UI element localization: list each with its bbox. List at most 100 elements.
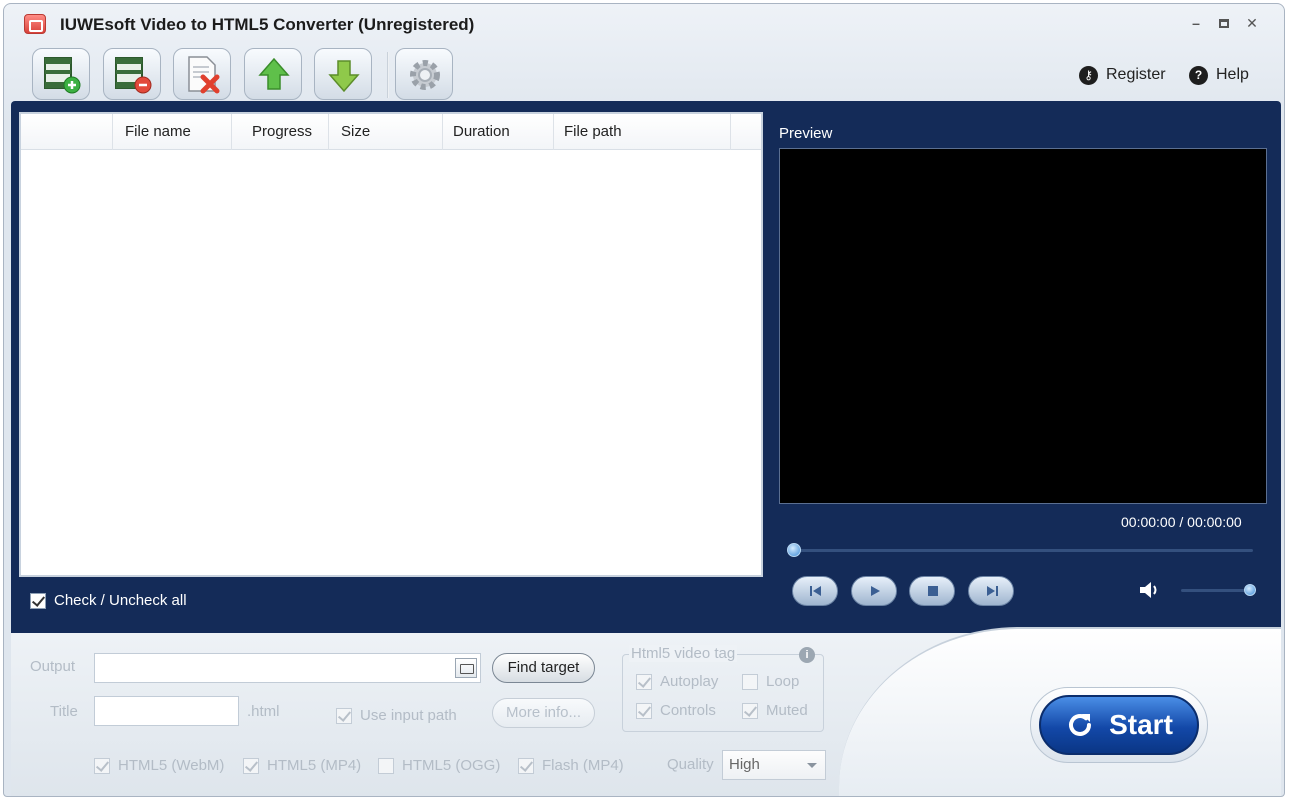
help-link[interactable]: ? Help (1189, 64, 1249, 86)
column-header-file-name[interactable]: File name (113, 114, 232, 150)
format-mp4-label: HTML5 (MP4) (267, 757, 362, 774)
format-mp4-checkbox[interactable] (243, 757, 259, 774)
add-video-button[interactable] (32, 48, 90, 100)
app-window: IUWEsoft Video to HTML5 Converter (Unreg… (3, 3, 1285, 797)
controls-checkbox[interactable] (636, 702, 652, 719)
start-button[interactable]: Start (1039, 695, 1199, 755)
settings-gear-icon (410, 60, 440, 90)
controls-option[interactable]: Controls (636, 702, 716, 719)
html5-video-tag-group (622, 654, 824, 732)
output-path-field[interactable] (94, 653, 481, 683)
time-display: 00:00:00 / 00:00:00 (1121, 514, 1242, 530)
move-up-button[interactable] (244, 48, 302, 100)
format-ogg-label: HTML5 (OGG) (402, 757, 501, 774)
controls-label: Controls (660, 702, 716, 719)
toolbar-separator (387, 52, 389, 98)
add-video-icon (44, 57, 81, 94)
format-flash-label: Flash (MP4) (542, 757, 624, 774)
use-input-path-label: Use input path (360, 707, 457, 724)
move-down-button[interactable] (314, 48, 372, 100)
previous-button[interactable] (792, 576, 838, 606)
format-ogg-option[interactable]: HTML5 (OGG) (378, 757, 500, 774)
maximize-icon (1219, 19, 1229, 28)
stop-icon (928, 586, 938, 596)
chevron-down-icon (807, 763, 817, 768)
play-button[interactable] (851, 576, 897, 606)
column-header-progress[interactable]: Progress (232, 114, 329, 150)
column-header-size[interactable]: Size (329, 114, 443, 150)
volume-icon[interactable] (1138, 579, 1162, 601)
remove-video-button[interactable] (103, 48, 161, 100)
skip-forward-icon (987, 586, 998, 596)
title-bar: IUWEsoft Video to HTML5 Converter (Unreg… (4, 4, 1284, 44)
format-mp4-option[interactable]: HTML5 (MP4) (243, 757, 361, 774)
table-header: File name Progress Size Duration File pa… (21, 114, 761, 150)
find-target-button[interactable]: Find target (492, 653, 595, 683)
format-ogg-checkbox[interactable] (378, 757, 394, 774)
help-label: Help (1216, 66, 1249, 83)
next-button[interactable] (968, 576, 1014, 606)
refresh-arrow-icon (1069, 714, 1092, 736)
loop-checkbox[interactable] (742, 673, 758, 690)
volume-handle[interactable] (1244, 584, 1256, 596)
help-icon: ? (1189, 65, 1208, 85)
settings-button[interactable] (395, 48, 453, 100)
use-input-path-option[interactable]: Use input path (336, 707, 457, 724)
html5-video-tag-label: Html5 video tag (629, 645, 738, 662)
format-flash-option[interactable]: Flash (MP4) (518, 757, 624, 774)
autoplay-option[interactable]: Autoplay (636, 673, 718, 690)
autoplay-label: Autoplay (660, 673, 719, 690)
maximize-button[interactable] (1215, 14, 1233, 32)
preview-label: Preview (779, 125, 833, 142)
muted-checkbox[interactable] (742, 702, 758, 719)
window-title: IUWEsoft Video to HTML5 Converter (Unreg… (60, 15, 475, 34)
browse-folder-icon[interactable] (455, 658, 477, 678)
output-settings-area: Output Find target Title .html Use input… (11, 627, 1281, 796)
clear-list-icon (188, 56, 220, 94)
loop-option[interactable]: Loop (742, 673, 799, 690)
stop-button[interactable] (909, 576, 955, 606)
minimize-button[interactable]: – (1187, 14, 1205, 32)
loop-label: Loop (766, 673, 800, 690)
title-suffix: .html (247, 703, 280, 720)
register-label: Register (1106, 66, 1166, 83)
title-field[interactable] (94, 696, 239, 726)
start-label: Start (1109, 709, 1173, 740)
column-header-file-path[interactable]: File path (554, 114, 731, 150)
play-icon (871, 586, 880, 596)
quality-dropdown[interactable]: High (722, 750, 826, 780)
more-info-button[interactable]: More info... (492, 698, 595, 728)
remove-video-icon (115, 57, 152, 94)
seek-bar[interactable] (793, 549, 1253, 552)
quality-value: High (729, 756, 760, 773)
preview-screen (779, 148, 1267, 504)
column-header-check[interactable] (21, 114, 113, 150)
app-logo-icon (24, 14, 46, 34)
move-down-icon (328, 60, 360, 93)
use-input-path-checkbox[interactable] (336, 707, 352, 724)
clear-list-button[interactable] (173, 48, 231, 100)
title-label: Title (50, 703, 78, 720)
move-up-icon (258, 57, 290, 90)
volume-slider[interactable] (1181, 589, 1251, 592)
muted-label: Muted (766, 702, 808, 719)
seek-handle[interactable] (787, 543, 801, 557)
check-all-label: Check / Uncheck all (54, 592, 187, 609)
column-header-duration[interactable]: Duration (443, 114, 554, 150)
close-button[interactable]: ✕ (1243, 14, 1261, 32)
main-panel: File name Progress Size Duration File pa… (11, 101, 1281, 646)
format-webm-option[interactable]: HTML5 (WebM) (94, 757, 224, 774)
check-all-checkbox[interactable] (30, 592, 46, 609)
muted-option[interactable]: Muted (742, 702, 808, 719)
format-flash-checkbox[interactable] (518, 757, 534, 774)
skip-back-icon (810, 586, 821, 596)
file-list-table[interactable]: File name Progress Size Duration File pa… (19, 112, 763, 577)
info-icon[interactable]: i (799, 647, 815, 663)
register-link[interactable]: ⚷ Register (1079, 64, 1166, 86)
autoplay-checkbox[interactable] (636, 673, 652, 690)
format-webm-checkbox[interactable] (94, 757, 110, 774)
key-icon: ⚷ (1079, 65, 1098, 85)
format-webm-label: HTML5 (WebM) (118, 757, 225, 774)
check-uncheck-all[interactable]: Check / Uncheck all (30, 592, 187, 609)
quality-label: Quality (667, 756, 714, 773)
